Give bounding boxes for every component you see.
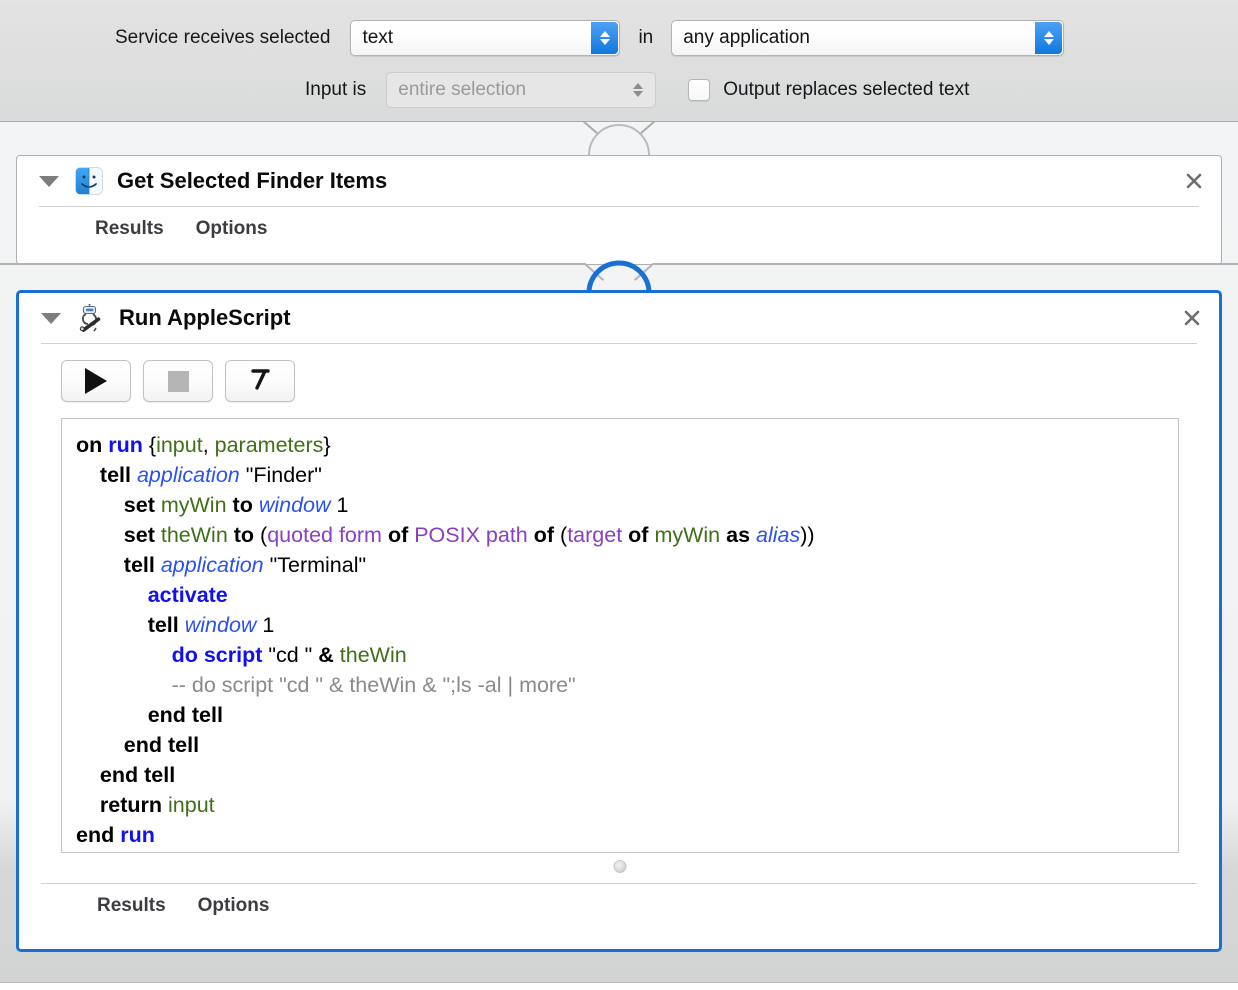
chevron-updown-icon — [1035, 22, 1063, 54]
output-replaces-label: Output replaces selected text — [723, 79, 970, 100]
action-get-selected-finder-items[interactable]: Get Selected Finder Items Results Option… — [16, 155, 1222, 265]
action-header: Run AppleScript — [19, 293, 1219, 343]
disclosure-triangle-icon[interactable] — [41, 312, 61, 324]
input-is-value: entire selection — [398, 79, 527, 100]
chevron-updown-icon — [591, 22, 619, 54]
disclosure-triangle-icon[interactable] — [39, 175, 59, 187]
stop-script-button[interactable] — [143, 360, 213, 402]
action-title: Get Selected Finder Items — [117, 168, 388, 193]
tab-results[interactable]: Results — [95, 218, 164, 240]
hammer-icon — [246, 365, 274, 398]
input-is-label: Input is — [305, 79, 367, 100]
service-application-value: any application — [683, 27, 810, 48]
workflow-canvas: Get Selected Finder Items Results Option… — [0, 121, 1238, 990]
applescript-code: on run {input, parameters} tell applicat… — [76, 433, 815, 847]
run-script-button[interactable] — [61, 360, 131, 402]
close-icon[interactable] — [1183, 170, 1205, 192]
compile-script-button[interactable] — [225, 360, 295, 402]
chevron-updown-icon — [627, 74, 649, 106]
service-application-dropdown[interactable]: any application — [671, 20, 1065, 56]
tab-options[interactable]: Options — [198, 895, 270, 917]
window-bottom-edge — [0, 982, 1238, 990]
action-title: Run AppleScript — [119, 305, 291, 330]
input-is-dropdown[interactable]: entire selection — [386, 72, 657, 108]
service-receives-type-dropdown[interactable]: text — [350, 20, 621, 56]
play-icon — [85, 368, 107, 394]
workflow-connector-middle — [0, 260, 1238, 296]
applescript-icon — [77, 303, 105, 332]
input-is-row: Input is entire selection Output replace… — [0, 72, 1238, 108]
action-header: Get Selected Finder Items — [17, 156, 1221, 206]
service-config-bar: Service receives selected text in any ap… — [0, 0, 1238, 122]
action-tab-bar: Results Options — [19, 884, 1219, 928]
service-receives-type-value: text — [362, 27, 394, 48]
stop-icon — [167, 370, 189, 392]
script-toolbar — [19, 344, 1219, 402]
action-tab-bar: Results Options — [17, 207, 1221, 251]
close-icon[interactable] — [1181, 307, 1203, 329]
applescript-code-editor[interactable]: on run {input, parameters} tell applicat… — [61, 418, 1179, 853]
resize-grip-handle[interactable] — [613, 860, 627, 873]
output-replaces-checkbox[interactable] — [688, 79, 711, 101]
editor-resize-row — [61, 853, 1179, 883]
tab-options[interactable]: Options — [196, 218, 268, 240]
service-receives-label: Service receives selected — [115, 27, 331, 48]
tab-results[interactable]: Results — [97, 895, 166, 917]
in-label: in — [638, 27, 654, 48]
workflow-connector-top — [0, 121, 1238, 155]
action-run-applescript[interactable]: Run AppleScript on run {input, parameter… — [16, 290, 1222, 952]
service-receives-row: Service receives selected text in any ap… — [0, 19, 1238, 57]
automator-workflow-window: Service receives selected text in any ap… — [0, 0, 1238, 990]
finder-icon — [75, 167, 103, 195]
